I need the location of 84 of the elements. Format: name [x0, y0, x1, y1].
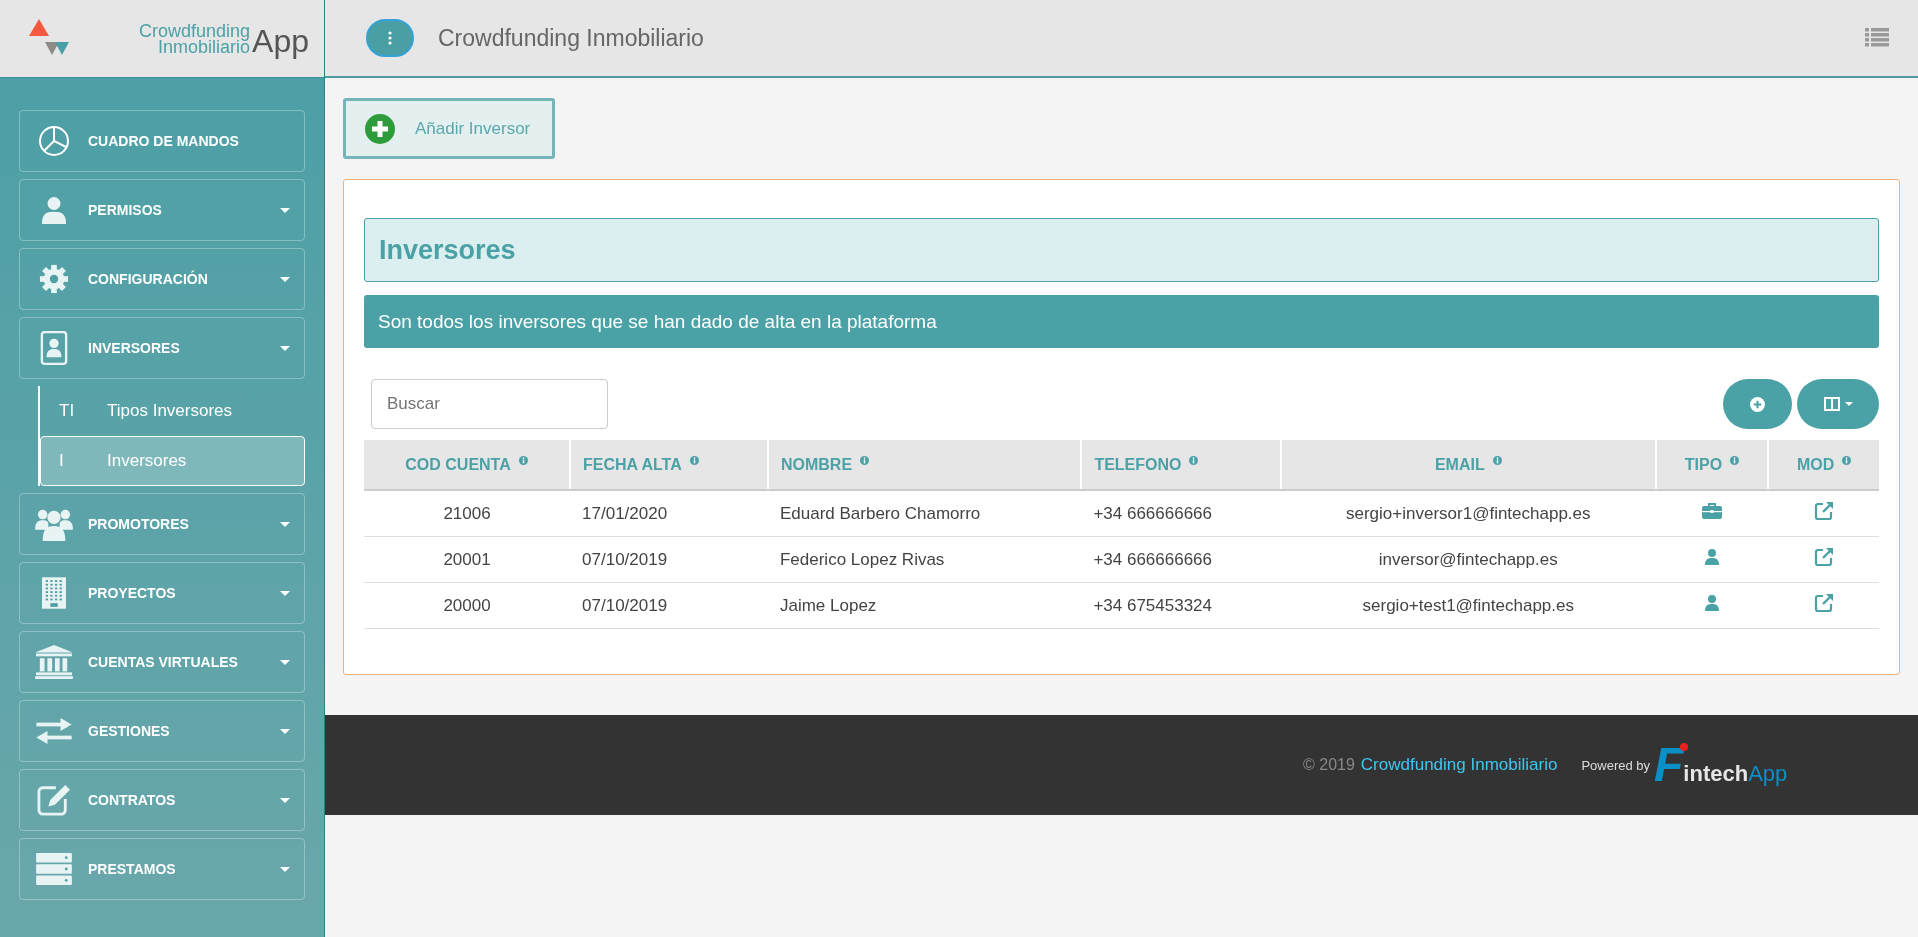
external-link-icon[interactable]	[1813, 547, 1834, 567]
info-icon	[689, 455, 699, 465]
briefcase-icon	[1702, 503, 1722, 519]
sidebar-item[interactable]: GESTIONES	[19, 700, 305, 762]
contact-book-icon	[40, 331, 68, 365]
table-cell: 20001	[364, 536, 571, 583]
info-icon	[1842, 455, 1852, 465]
sidebar-item[interactable]: INVERSORES	[19, 317, 305, 379]
powered-by-text: Powered by	[1581, 757, 1651, 773]
table-cell: sergio+inversor1@fintechapp.es	[1280, 490, 1656, 537]
columns-icon	[1823, 397, 1840, 411]
info-icon	[518, 455, 528, 465]
sidebar-item[interactable]: CUADRO DE MANDOS	[19, 110, 305, 172]
edit-icon	[37, 784, 71, 816]
copyright-text: © 2019	[1303, 756, 1355, 774]
sidebar-item[interactable]: PROMOTORES	[19, 493, 305, 555]
caret-icon	[280, 797, 290, 803]
caret-icon	[280, 276, 290, 282]
columns-dropdown-button[interactable]	[1797, 379, 1879, 429]
menu-toggle-button[interactable]	[366, 19, 414, 57]
site-link[interactable]: Crowdfunding Inmobiliario	[1360, 755, 1558, 775]
table-cell: +34 666666666	[1081, 490, 1281, 537]
table-cell: 21006	[364, 490, 571, 537]
column-header[interactable]: FECHA ALTA	[570, 440, 768, 490]
page-title: Crowdfunding Inmobiliario	[438, 24, 705, 52]
add-button[interactable]	[1723, 379, 1792, 429]
plus-circle-icon	[1750, 396, 1765, 412]
search-field[interactable]: Buscar	[371, 379, 608, 429]
brand-logo: FintechApp	[1654, 741, 1788, 789]
building-icon	[42, 577, 66, 609]
column-header[interactable]: TELEFONO	[1081, 440, 1281, 490]
caret-icon	[280, 728, 290, 734]
column-header[interactable]: MOD	[1768, 440, 1879, 490]
table-cell: 07/10/2019	[570, 582, 768, 629]
server-icon	[36, 853, 72, 885]
info-icon	[1492, 455, 1502, 465]
info-icon	[860, 455, 870, 465]
info-icon	[1730, 455, 1740, 465]
sidebar-item[interactable]: PERMISOS	[19, 179, 305, 241]
panel-description: Son todos los inversores que se han dado de alta en la plataforma	[364, 295, 1879, 348]
panel-title: Inversores	[364, 218, 1879, 282]
table-cell: 20000	[364, 582, 571, 629]
caret-icon	[280, 590, 290, 596]
add-investor-button[interactable]: Añadir Inversor	[343, 98, 555, 159]
table-cell: 07/10/2019	[570, 536, 768, 583]
caret-icon	[280, 659, 290, 665]
caret-icon	[280, 345, 290, 351]
sidebar-item[interactable]: PROYECTOS	[19, 562, 305, 624]
column-header[interactable]: NOMBRE	[767, 440, 1082, 490]
gear-icon	[39, 264, 69, 294]
table-cell: +34 675453324	[1081, 582, 1281, 629]
bank-icon	[35, 645, 73, 679]
table-cell: inversor@fintechapp.es	[1280, 536, 1656, 583]
exchange-arrows-icon	[36, 718, 72, 744]
external-link-icon[interactable]	[1813, 501, 1834, 521]
list-icon[interactable]	[1865, 28, 1889, 48]
table-cell: 17/01/2020	[570, 490, 768, 537]
table-cell: Federico Lopez Rivas	[767, 536, 1082, 583]
caret-icon	[280, 207, 290, 213]
sidebar-item[interactable]: CUENTAS VIRTUALES	[19, 631, 305, 693]
info-icon	[1189, 455, 1199, 465]
user-group-icon	[35, 507, 73, 541]
table-cell: Eduard Barbero Chamorro	[767, 490, 1082, 537]
vertical-dots-icon	[388, 31, 392, 45]
column-header[interactable]: EMAIL	[1280, 440, 1656, 490]
pie-chart-icon	[38, 125, 70, 157]
user-icon	[1705, 595, 1719, 611]
user-icon	[41, 195, 67, 225]
sidebar-item[interactable]: CONFIGURACIÓN	[19, 248, 305, 310]
table-cell: Jaime Lopez	[767, 582, 1082, 629]
sidebar-item[interactable]: PRESTAMOS	[19, 838, 305, 900]
submenu-item[interactable]: TI Tipos Inversores	[40, 386, 305, 436]
column-header[interactable]: TIPO	[1655, 440, 1769, 490]
external-link-icon[interactable]	[1813, 593, 1834, 613]
submenu-item[interactable]: I Inversores	[40, 436, 305, 486]
user-icon	[1705, 549, 1719, 565]
sidebar-item[interactable]: CONTRATOS	[19, 769, 305, 831]
table-cell: sergio+test1@fintechapp.es	[1280, 582, 1656, 629]
caret-icon	[280, 521, 290, 527]
caret-icon	[1844, 402, 1853, 406]
column-header[interactable]: COD CUENTA	[364, 440, 571, 490]
table-cell: +34 666666666	[1081, 536, 1281, 583]
caret-icon	[280, 866, 290, 872]
plus-circle-icon	[365, 113, 395, 144]
